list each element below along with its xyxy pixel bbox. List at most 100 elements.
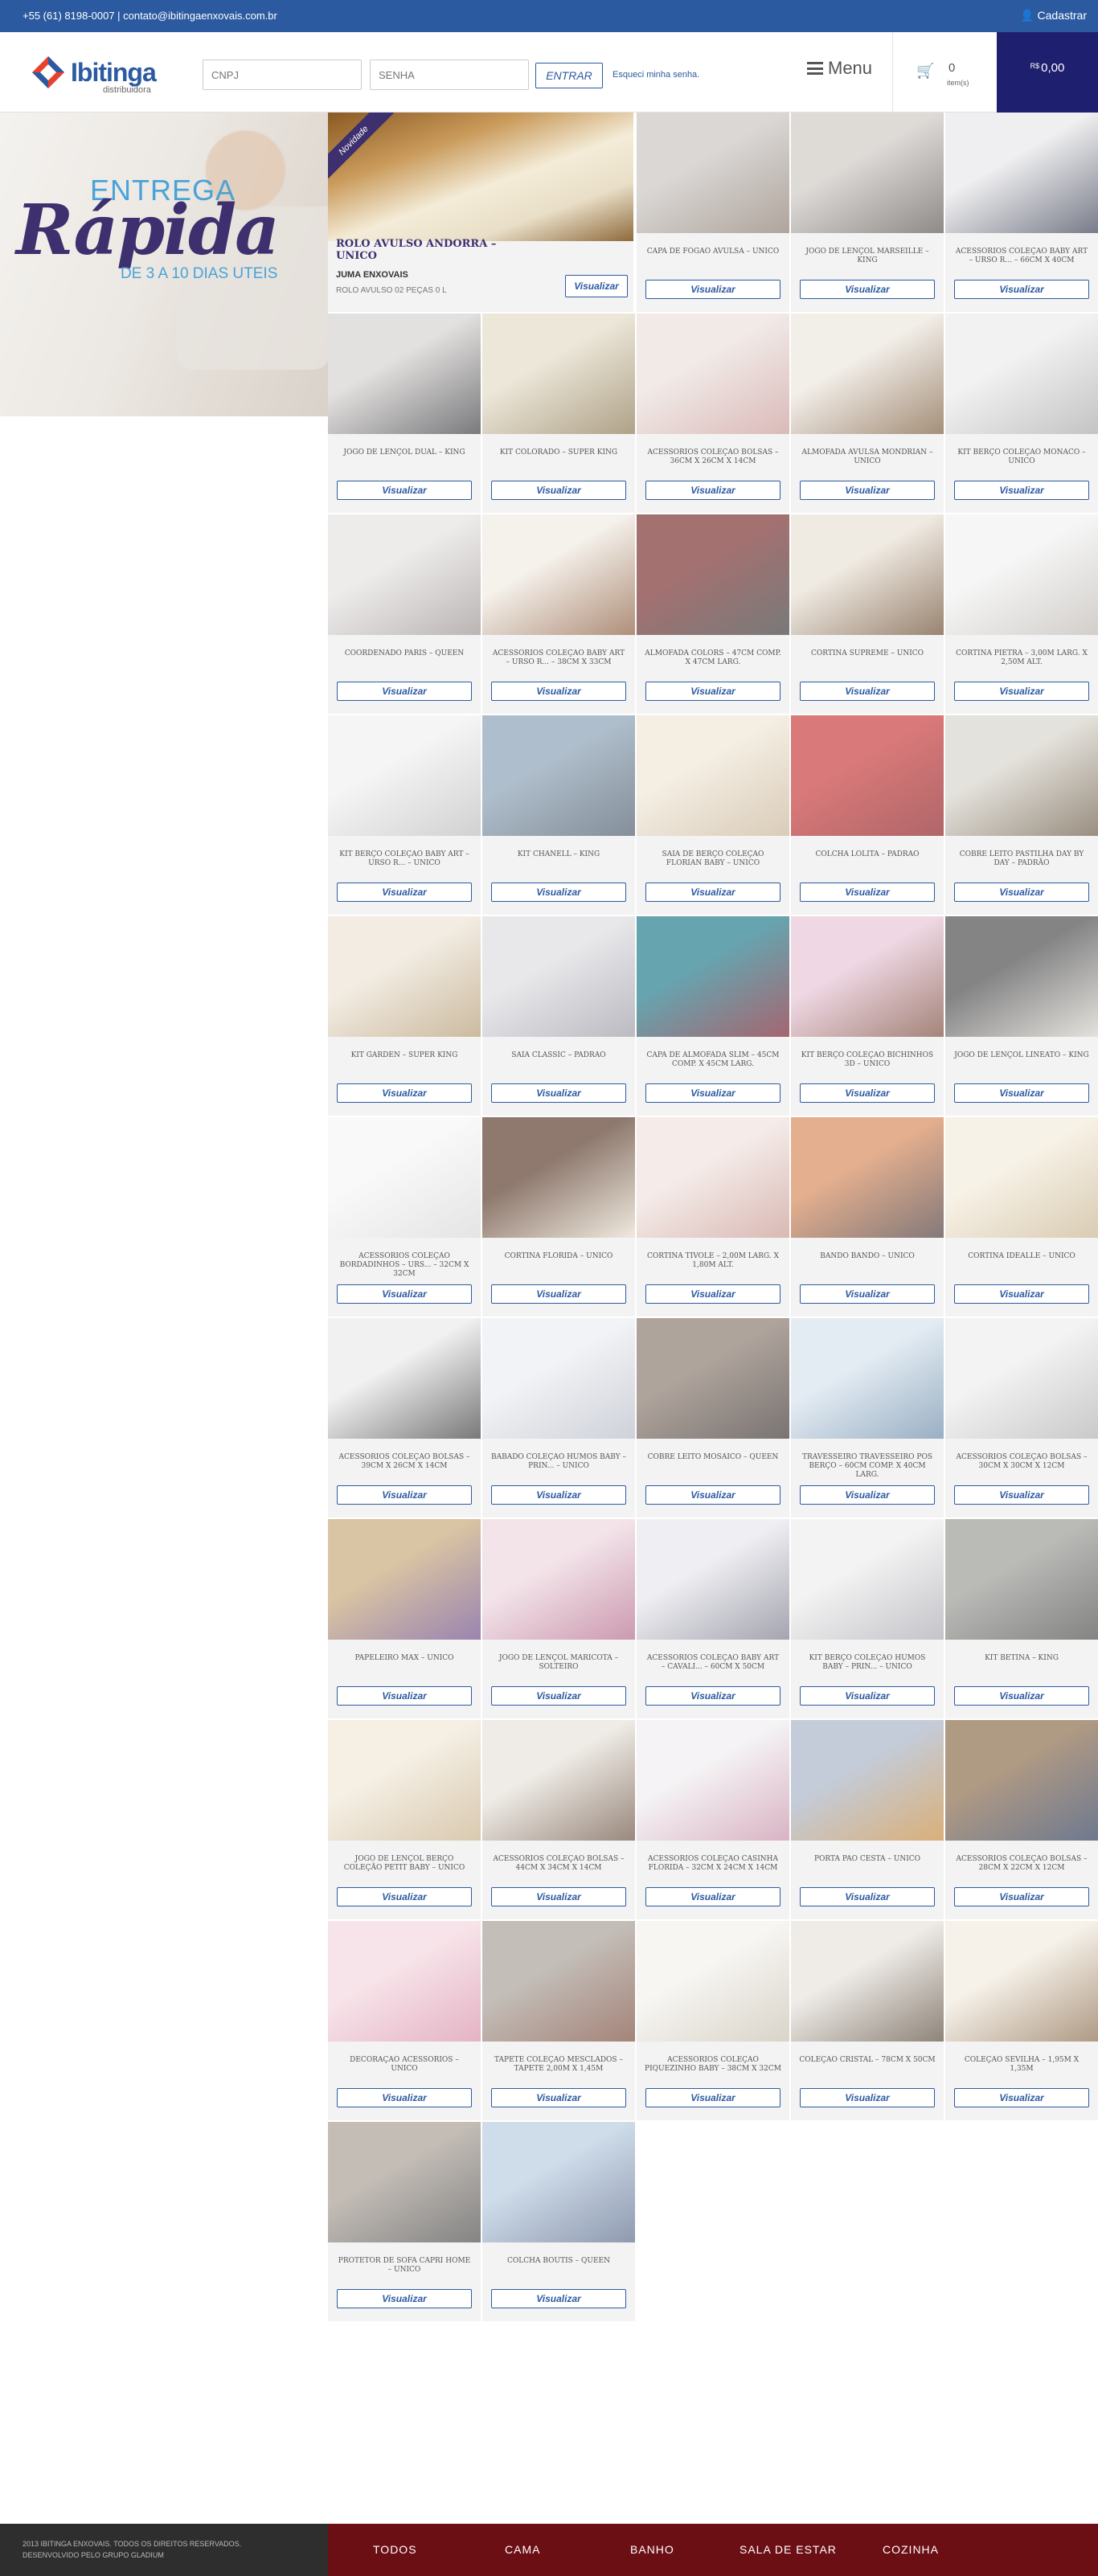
product-card[interactable]: KIT BERÇO COLEÇÃO HUMOS BABY – PRIN... –… — [791, 1519, 944, 1718]
product-image[interactable] — [637, 1318, 789, 1439]
product-image[interactable] — [328, 514, 481, 635]
product-card[interactable]: ACESSÓRIOS COLEÇÃO BOLSAS – 36CM X 26CM … — [637, 313, 789, 513]
footer-nav-banho[interactable]: BANHO — [630, 2543, 674, 2556]
product-image[interactable] — [945, 113, 1098, 233]
product-card[interactable]: KIT BERÇO COLEÇÃO BABY ART – URSO R... –… — [328, 715, 481, 915]
product-image[interactable] — [945, 1318, 1098, 1439]
product-card[interactable]: ACESSÓRIOS COLEÇÃO BOLSAS – 30CM X 30CM … — [945, 1318, 1098, 1517]
view-button[interactable]: Visualizar — [491, 883, 626, 902]
footer-nav-cozinha[interactable]: COZINHA — [883, 2543, 939, 2556]
product-card[interactable]: JOGO DE LENÇOL DUAL – KING Visualizar — [328, 313, 481, 513]
view-button[interactable]: Visualizar — [645, 1083, 780, 1103]
product-card[interactable]: JOGO DE LENÇOL MARSEILLE – KING Visualiza… — [791, 113, 944, 312]
product-image[interactable] — [791, 514, 944, 635]
product-image[interactable] — [945, 715, 1098, 836]
product-image[interactable] — [328, 1519, 481, 1640]
view-button[interactable]: Visualizar — [954, 1083, 1089, 1103]
view-button[interactable]: Visualizar — [800, 1083, 935, 1103]
product-image[interactable] — [637, 916, 789, 1037]
product-card[interactable]: COLCHA LOLITA – PADRÃO Visualizar — [791, 715, 944, 915]
product-image[interactable] — [482, 1519, 635, 1640]
enter-button[interactable]: ENTRAR — [535, 63, 603, 88]
product-image[interactable] — [637, 1720, 789, 1841]
product-card[interactable]: KIT COLORADO – SUPER KING Visualizar — [482, 313, 635, 513]
product-image[interactable] — [482, 514, 635, 635]
view-button[interactable]: Visualizar — [954, 1485, 1089, 1505]
view-button[interactable]: Visualizar — [954, 1887, 1089, 1906]
view-button[interactable]: Visualizar — [645, 883, 780, 902]
product-image[interactable] — [328, 1720, 481, 1841]
view-button[interactable]: Visualizar — [800, 1284, 935, 1304]
view-button[interactable]: Visualizar — [491, 1887, 626, 1906]
view-button[interactable]: Visualizar — [800, 481, 935, 500]
menu-button[interactable]: Menu — [807, 58, 872, 79]
product-card[interactable]: CORTINA IDEALLE – UNICO Visualizar — [945, 1117, 1098, 1317]
view-button[interactable]: Visualizar — [491, 1686, 626, 1706]
product-image[interactable] — [328, 313, 481, 434]
product-card[interactable]: ACESSÓRIOS COLEÇÃO BOLSAS – 39CM X 26CM … — [328, 1318, 481, 1517]
view-button[interactable]: Visualizar — [337, 2289, 472, 2308]
product-card[interactable]: CORTINA PIETRA – 3,00M LARG. X 2,50M ALT… — [945, 514, 1098, 714]
cart-total[interactable]: R$ 0,00 — [997, 32, 1098, 113]
view-button[interactable]: Visualizar — [337, 481, 472, 500]
view-button[interactable]: Visualizar — [800, 2088, 935, 2107]
view-button[interactable]: Visualizar — [645, 1686, 780, 1706]
product-card[interactable]: SAIA CLASSIC – PADRÃO Visualizar — [482, 916, 635, 1116]
view-button[interactable]: Visualizar — [954, 682, 1089, 701]
view-button[interactable]: Visualizar — [645, 2088, 780, 2107]
product-image[interactable] — [328, 715, 481, 836]
view-button[interactable]: Visualizar — [645, 1284, 780, 1304]
register-link[interactable]: 👤 Cadastrar — [1020, 9, 1087, 23]
view-button[interactable]: Visualizar — [337, 2088, 472, 2107]
product-image[interactable] — [328, 1921, 481, 2042]
view-button[interactable]: Visualizar — [800, 280, 935, 299]
product-card[interactable]: TRAVESSEIRO TRAVESSEIRO PÓS BERÇO – 60CM… — [791, 1318, 944, 1517]
product-card[interactable]: COORDENADO PARIS – QUEEN Visualizar — [328, 514, 481, 714]
view-button[interactable]: Visualizar — [954, 2088, 1089, 2107]
view-button[interactable]: Visualizar — [337, 883, 472, 902]
product-image[interactable] — [328, 1318, 481, 1439]
view-button[interactable]: Visualizar — [800, 1485, 935, 1505]
product-image[interactable] — [482, 313, 635, 434]
product-image[interactable] — [945, 1720, 1098, 1841]
view-button[interactable]: Visualizar — [645, 1887, 780, 1906]
product-card[interactable]: JOGO DE LENÇOL BERÇO COLEÇÃO PETIT BABY … — [328, 1720, 481, 1919]
view-button[interactable]: Visualizar — [954, 1686, 1089, 1706]
product-card[interactable]: CAPA DE ALMOFADA SLIM – 45CM COMP. X 45C… — [637, 916, 789, 1116]
product-card[interactable]: PORTA PÃO CESTA – UNICO Visualizar — [791, 1720, 944, 1919]
product-card[interactable]: ALMOFADA AVULSA MONDRIAN – UNICO Visualiz… — [791, 313, 944, 513]
footer-nav-cama[interactable]: CAMA — [505, 2543, 540, 2556]
view-button[interactable]: Visualizar — [337, 682, 472, 701]
view-button[interactable]: Visualizar — [337, 1284, 472, 1304]
product-card[interactable]: COLCHA BOUTIS – QUEEN Visualizar — [482, 2122, 635, 2321]
product-card[interactable]: CORTINA FLÓRIDA – UNICO Visualizar — [482, 1117, 635, 1317]
product-image[interactable] — [791, 313, 944, 434]
product-card[interactable]: PROTETOR DE SOFÁ CAPRI HOME – UNICO Visua… — [328, 2122, 481, 2321]
product-image[interactable] — [637, 113, 789, 233]
product-card[interactable]: KIT BERÇO COLEÇÃO BICHINHOS 3D – UNICO Vi… — [791, 916, 944, 1116]
view-button[interactable]: Visualizar — [491, 2088, 626, 2107]
view-button[interactable]: Visualizar — [954, 280, 1089, 299]
view-button[interactable]: Visualizar — [491, 481, 626, 500]
view-button[interactable]: Visualizar — [491, 1485, 626, 1505]
product-card[interactable]: DECORAÇÃO ACESSÓRIOS – UNICO Visualizar — [328, 1921, 481, 2120]
product-card[interactable]: ACESSÓRIOS COLEÇÃO BABY ART – URSO R... … — [482, 514, 635, 714]
view-button[interactable]: Visualizar — [337, 1083, 472, 1103]
view-button[interactable]: Visualizar — [954, 1284, 1089, 1304]
product-image[interactable] — [637, 1117, 789, 1238]
view-button[interactable]: Visualizar — [645, 682, 780, 701]
product-card[interactable]: COLEÇÃO CRISTAL – 78CM X 50CM Visualizar — [791, 1921, 944, 2120]
forgot-password-link[interactable]: Esqueci minha senha. — [613, 70, 699, 80]
product-image[interactable] — [637, 313, 789, 434]
product-image[interactable] — [945, 1117, 1098, 1238]
password-input[interactable] — [370, 59, 529, 90]
view-button[interactable]: Visualizar — [337, 1686, 472, 1706]
view-button[interactable]: Visualizar — [954, 883, 1089, 902]
product-card[interactable]: CAPA DE FOGÃO AVULSA – UNICO Visualizar — [637, 113, 789, 312]
product-card[interactable]: KIT CHANELL – KING Visualizar — [482, 715, 635, 915]
view-button[interactable]: Visualizar — [800, 1887, 935, 1906]
product-card[interactable]: JOGO DE LENÇOL MARICOTA – SOLTEIRO Visual… — [482, 1519, 635, 1718]
product-card[interactable]: ACESSÓRIOS COLEÇÃO BOLSAS – 28CM X 22CM … — [945, 1720, 1098, 1919]
view-button[interactable]: Visualizar — [800, 1686, 935, 1706]
product-card[interactable]: CORTINA SUPREME – UNICO Visualizar — [791, 514, 944, 714]
